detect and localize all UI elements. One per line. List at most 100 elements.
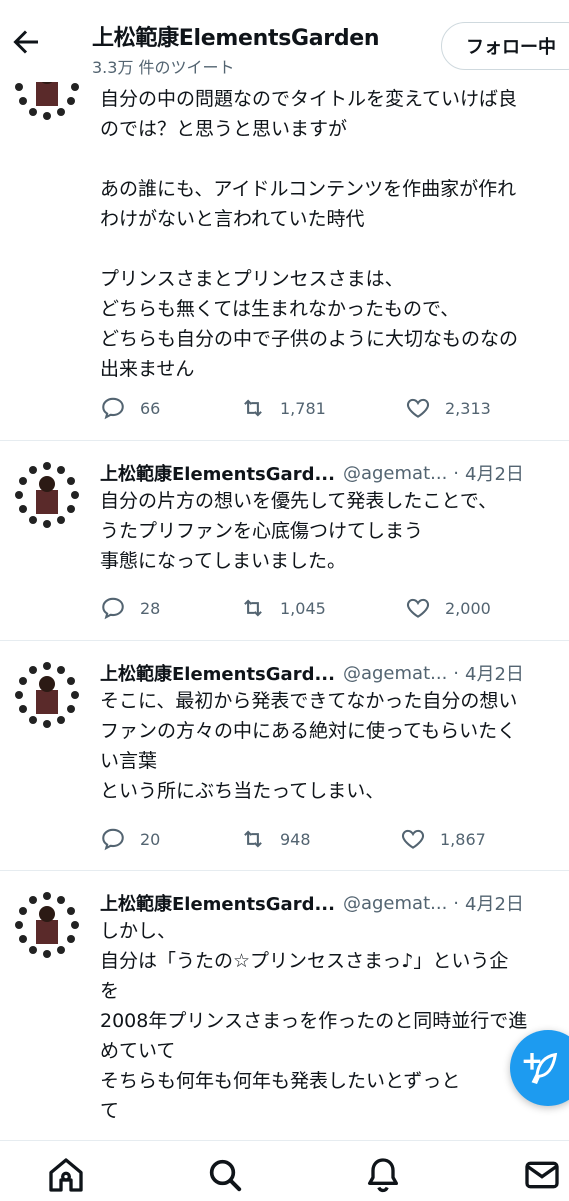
retweet-count: 1,045 [280,598,326,618]
back-arrow-icon [13,30,38,54]
tweet-text: しかし、 自分は「うたの☆プリンセスさまっ♪」という企 を 2008年プリンスさ… [100,916,527,1126]
like-button[interactable]: 2,000 [405,593,491,623]
reply-count: 66 [140,398,161,418]
avatar[interactable] [12,82,82,122]
tweet-line: プリンスさまとプリンセスさまは、 [100,268,404,290]
tweet-line [100,144,518,174]
separator-dot: · [453,662,460,684]
tweet-text: そこに、最初から発表できてなかった自分の想い ファンの方々の中にある絶対に使って… [100,686,517,806]
retweet-count: 1,781 [280,398,326,418]
retweet-button[interactable]: 948 [240,824,311,854]
tweet-line: 出来ません [100,358,195,380]
reply-icon [102,397,124,420]
heart-icon [406,598,430,618]
tweet-line: めていて [100,1040,176,1062]
avatar[interactable] [12,660,82,730]
tweet-date[interactable]: 4月2日 [465,890,524,916]
search-icon [209,1159,242,1192]
nav-search[interactable] [205,1155,245,1195]
messages-mail-icon [525,1161,559,1189]
retweet-icon [244,830,262,848]
profile-title: 上松範康ElementsGarden [92,26,380,51]
nav-home[interactable] [46,1155,86,1195]
heart-icon [406,398,430,418]
tweet-date[interactable]: 4月2日 [465,460,524,486]
heart-icon [401,829,425,849]
tweet-line: どちらも無くては生まれなかったもので、 [100,298,460,320]
avatar[interactable] [12,460,82,530]
tweet-line: のでは？と思うと思いますが [100,118,348,140]
retweet-button[interactable]: 1,781 [240,393,326,423]
tweet-line: わけがないと言われていた時代 [100,208,365,230]
reply-count: 20 [140,829,161,849]
divider [0,440,569,441]
reply-button[interactable]: 66 [100,393,160,423]
avatar-image [13,891,81,959]
tweet-line: 自分の片方の想いを優先して発表したことで、 [100,490,498,512]
reply-icon [102,828,124,851]
avatar-image [13,82,81,121]
tweet-line: ファンの方々の中にある絶対に使ってもらいたく [100,720,517,742]
avatar[interactable] [12,890,82,960]
divider [0,870,569,871]
tweet-line: そちらも何年も何年も発表したいとずっと [100,1070,461,1092]
avatar-image [13,661,81,729]
following-button[interactable]: フォロー中 [441,22,569,70]
separator-dot: · [453,892,460,914]
like-count: 1,867 [440,829,486,849]
tweet-line: どちらも自分の中で子供のように大切なものなの [100,328,519,350]
retweet-button[interactable]: 1,045 [240,593,326,623]
retweet-icon [244,399,262,417]
like-count: 2,313 [445,398,491,418]
tweet-line: あの誰にも、アイドルコンテンツを作曲家が作れ [100,178,517,200]
bottom-nav [0,1140,569,1201]
compose-tweet-icon [523,1052,558,1085]
like-count: 2,000 [445,598,491,618]
tweet-line: を [100,980,120,1002]
reply-button[interactable]: 20 [100,824,160,854]
tweet-actions: 66 1,781 2,313 [100,393,500,423]
tweet[interactable]: 上松範康ElementsGard... @agemat... · 4月2日 しか… [0,888,569,1140]
tweet-line: 事態になってしまいました。 [100,550,347,572]
tweet-line: 自分の中の問題なのでタイトルを変えていけば良 [100,88,518,110]
tweet-line: しかし、 [100,920,177,942]
reply-button[interactable]: 28 [100,593,160,623]
back-button[interactable] [8,24,44,60]
tweet-text: 自分の中の問題なのでタイトルを変えていけば良 のでは？と思うと思いますが あの誰… [100,84,518,384]
divider [0,640,569,641]
tweet-line: て [100,1100,120,1122]
tweet-text: 自分の片方の想いを優先して発表したことで、 うたプリファンを心底傷つけてしまう … [100,486,497,576]
tweet-line: そこに、最初から発表できてなかった自分の想い [100,690,518,712]
tweet-line: という所にぶち当たってしまい、 [100,780,385,802]
author-handle[interactable]: @agemat... [343,663,447,684]
nav-messages[interactable] [522,1155,562,1195]
tweet-line: 自分は「うたの☆プリンセスさまっ♪」という企 [100,950,509,972]
like-button[interactable]: 2,313 [405,393,491,423]
author-handle[interactable]: @agemat... [343,893,447,914]
author-name[interactable]: 上松範康ElementsGard... [100,890,335,916]
reply-count: 28 [140,598,161,618]
tweet[interactable]: 上松範康ElementsGard... @agemat... · 4月2日 自分… [0,458,569,640]
tweet-header: 上松範康ElementsGard... @agemat... · 4月2日 [100,658,524,688]
notifications-bell-icon [368,1158,398,1193]
tweet-line: い言葉 [100,750,158,772]
top-header: 上松範康ElementsGarden 3.3万 件のツイート フォロー中 [0,0,569,82]
tweet-line: うたプリファンを心底傷つけてしまう [100,520,424,542]
tweet[interactable]: 上松範康ElementsGard... @agemat... · 4月2日 そこ… [0,658,569,870]
separator-dot: · [453,462,460,484]
like-button[interactable]: 1,867 [400,824,486,854]
avatar-image [13,461,81,529]
tweet-count: 3.3万 件のツイート [92,58,235,77]
nav-notifications[interactable] [363,1155,403,1195]
author-name[interactable]: 上松範康ElementsGard... [100,660,335,686]
reply-icon [102,597,124,620]
tweet[interactable]: 自分の中の問題なのでタイトルを変えていけば良 のでは？と思うと思いますが あの誰… [0,82,569,440]
retweet-count: 948 [280,829,311,849]
author-name[interactable]: 上松範康ElementsGard... [100,460,335,486]
tweet-header: 上松範康ElementsGard... @agemat... · 4月2日 [100,888,524,918]
tweet-header: 上松範康ElementsGard... @agemat... · 4月2日 [100,458,524,488]
tweet-date[interactable]: 4月2日 [465,660,524,686]
author-handle[interactable]: @agemat... [343,463,447,484]
tweet-line [100,234,518,264]
tweet-line: 2008年プリンスさまっを作ったのと同時並行で進 [100,1010,528,1032]
